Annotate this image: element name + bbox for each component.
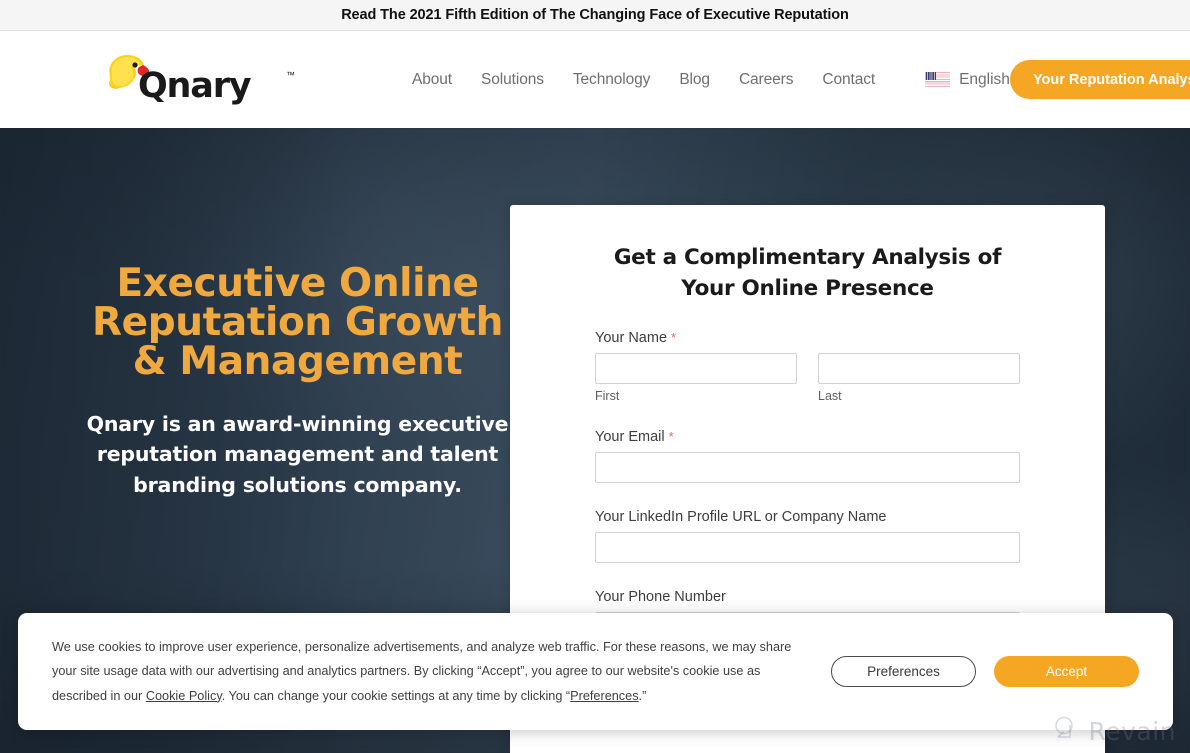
cookie-consent-text: We use cookies to improve user experienc… [52, 635, 797, 708]
announcement-text: Read The 2021 Fifth Edition of The Chang… [341, 7, 849, 23]
cookie-consent-banner: We use cookies to improve user experienc… [18, 612, 1173, 730]
cookie-policy-link[interactable]: Cookie Policy [146, 689, 222, 703]
cookie-preferences-link[interactable]: Preferences [570, 689, 638, 703]
nav-item-careers[interactable]: Careers [739, 71, 794, 89]
phone-label: Your Phone Number [595, 589, 726, 606]
language-label: English [959, 70, 1010, 88]
nav-item-about[interactable]: About [412, 71, 452, 89]
accept-button[interactable]: Accept [994, 655, 1139, 687]
last-name-input[interactable] [818, 353, 1020, 385]
first-name-sublabel: First [595, 389, 620, 404]
linkedin-label: Your LinkedIn Profile URL or Company Nam… [595, 509, 887, 526]
nav-item-solutions[interactable]: Solutions [481, 71, 544, 89]
preferences-button[interactable]: Preferences [831, 655, 976, 687]
name-label-text: Your Name [595, 330, 668, 347]
email-label: Your Email * [595, 429, 1020, 445]
hero-copy: Executive Online Reputation Growth & Man… [70, 264, 525, 500]
nav-item-blog[interactable]: Blog [679, 71, 710, 89]
first-name-input[interactable] [595, 353, 797, 385]
page-root: Read The 2021 Fifth Edition of The Chang… [0, 0, 1190, 753]
cookie-text-part3: .” [638, 688, 647, 703]
email-required-icon: * [668, 429, 674, 445]
hero-title-line-3: & Management [132, 339, 463, 384]
us-flag-icon [925, 72, 951, 87]
language-switcher[interactable]: English [925, 71, 1010, 89]
hero-subtitle: Qnary is an award-winning executive repu… [86, 412, 509, 497]
email-label-text: Your Email [595, 429, 665, 446]
cookie-text-part2: . You can change your cookie settings at… [221, 688, 571, 703]
email-input[interactable] [595, 452, 1020, 484]
logo[interactable]: Qnary ™ [96, 48, 296, 112]
main-navigation: About Solutions Technology Blog Careers … [412, 71, 1010, 89]
logo-wordmark: Qnary [138, 65, 252, 106]
field-group-name: Your Name * First Last [595, 330, 1020, 403]
form-title: Get a Complimentary Analysis of Your Onl… [613, 245, 1002, 301]
name-required-icon: * [671, 330, 677, 346]
hero-title: Executive Online Reputation Growth & Man… [70, 264, 525, 381]
announcement-bar[interactable]: Read The 2021 Fifth Edition of The Chang… [0, 0, 1190, 31]
last-name-sublabel: Last [818, 389, 842, 404]
field-group-linkedin: Your LinkedIn Profile URL or Company Nam… [595, 509, 1020, 564]
field-group-email: Your Email * [595, 429, 1020, 484]
nav-item-contact[interactable]: Contact [822, 71, 875, 89]
cookie-actions: Preferences Accept [831, 655, 1139, 687]
nav-item-technology[interactable]: Technology [573, 71, 651, 89]
name-label: Your Name * [595, 330, 1020, 346]
reputation-analysis-button[interactable]: Your Reputation Analysis [1009, 60, 1190, 99]
linkedin-input[interactable] [595, 532, 1020, 564]
site-header: Qnary ™ About Solutions Technology Blog … [0, 31, 1190, 128]
logo-trademark: ™ [286, 69, 295, 80]
